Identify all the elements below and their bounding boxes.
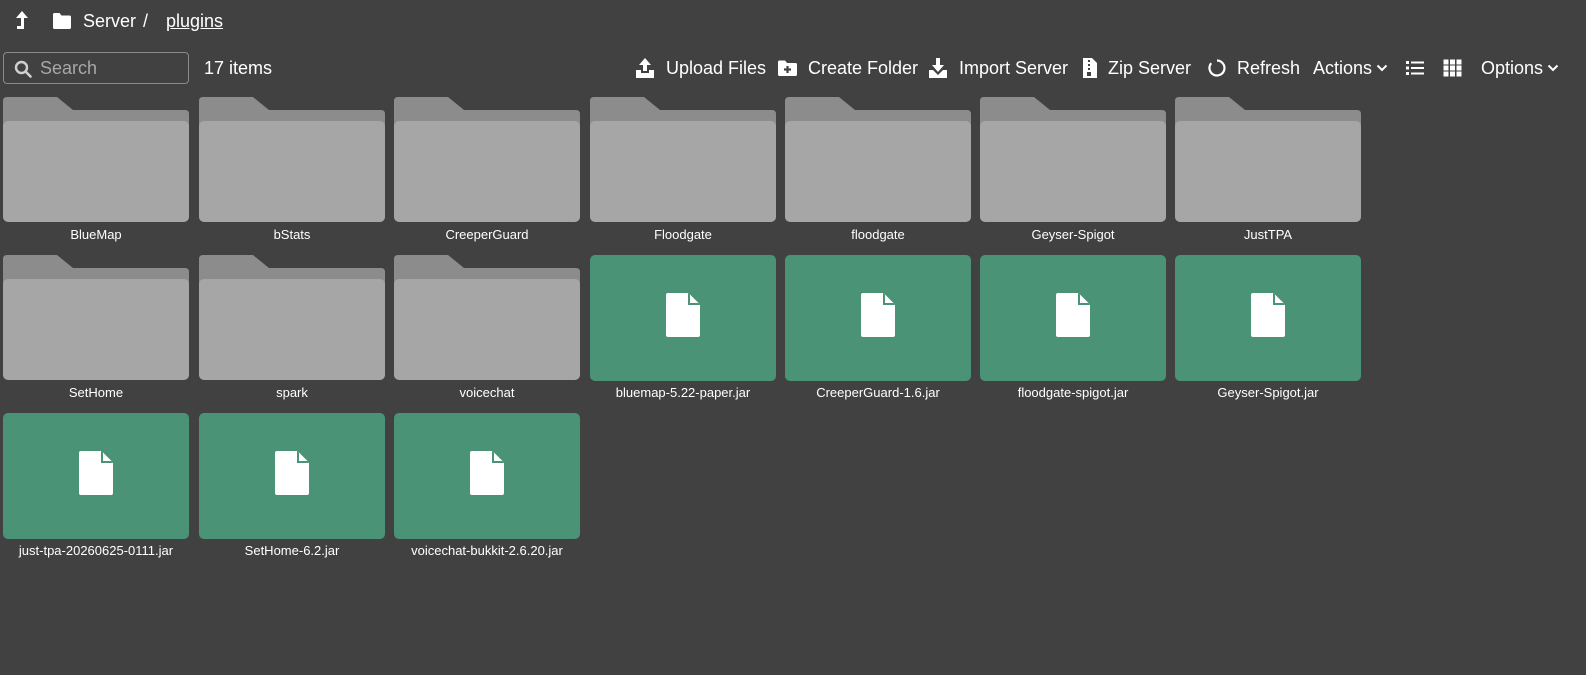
folder-tile[interactable]: spark	[199, 255, 385, 407]
folder-tile[interactable]: JustTPA	[1175, 97, 1361, 249]
file-card	[1175, 255, 1361, 381]
folder-icon	[3, 97, 189, 222]
item-name: floodgate	[851, 227, 905, 242]
folder-tile[interactable]: bStats	[199, 97, 385, 249]
chevron-down-icon	[1376, 64, 1388, 72]
folder-icon	[785, 97, 971, 222]
item-name: SetHome	[68, 385, 124, 400]
upload-files-label: Upload Files	[666, 57, 767, 78]
file-card	[980, 255, 1166, 381]
folder-icon	[394, 255, 580, 380]
item-name: bluemap-5.22-paper.jar	[615, 385, 751, 400]
item-name: floodgate-spigot.jar	[1017, 385, 1129, 400]
refresh-icon	[1208, 59, 1226, 77]
zip-server-label: Zip Server	[1108, 57, 1192, 78]
folder-icon	[199, 255, 385, 380]
grid-view-icon	[1443, 59, 1462, 77]
up-directory-button[interactable]	[12, 10, 32, 32]
file-tile[interactable]: Geyser-Spigot.jar	[1175, 255, 1361, 407]
file-tile[interactable]: just-tpa-20260625-0111.jar	[3, 413, 189, 565]
item-name: CreeperGuard-1.6.jar	[816, 385, 940, 400]
file-card	[199, 413, 385, 539]
folder-icon	[53, 13, 71, 29]
refresh-button[interactable]: Refresh	[1207, 56, 1300, 80]
folder-icon	[394, 97, 580, 222]
search-icon	[14, 60, 32, 78]
item-name: Floodgate	[654, 227, 712, 242]
breadcrumb-separator: /	[143, 11, 149, 31]
folder-tile[interactable]: CreeperGuard	[394, 97, 580, 249]
grid-view-button[interactable]	[1443, 56, 1462, 80]
file-card	[3, 413, 189, 539]
import-server-button[interactable]: Import Server	[927, 56, 1068, 80]
folder-tile[interactable]: Floodgate	[590, 97, 776, 249]
file-tile[interactable]: CreeperGuard-1.6.jar	[785, 255, 971, 407]
file-tile[interactable]: bluemap-5.22-paper.jar	[590, 255, 776, 407]
item-name: Geyser-Spigot	[1031, 227, 1115, 242]
item-name: BlueMap	[70, 227, 122, 242]
folder-icon	[980, 97, 1166, 222]
item-name: Geyser-Spigot.jar	[1217, 385, 1319, 400]
options-dropdown[interactable]: Options	[1481, 56, 1559, 80]
file-tile[interactable]: SetHome-6.2.jar	[199, 413, 385, 565]
item-count: 17 items	[204, 58, 273, 78]
folder-icon	[3, 255, 189, 380]
file-icon	[275, 451, 309, 495]
level-up-icon	[16, 11, 28, 29]
folder-tile[interactable]: BlueMap	[3, 97, 189, 249]
file-icon	[470, 451, 504, 495]
file-card	[394, 413, 580, 539]
item-name: just-tpa-20260625-0111.jar	[18, 543, 174, 558]
breadcrumb-root-link[interactable]: Server	[83, 10, 136, 32]
file-icon	[666, 293, 700, 337]
download-icon	[929, 58, 947, 78]
folder-tile[interactable]: voicechat	[394, 255, 580, 407]
zip-file-icon	[1083, 58, 1097, 78]
create-folder-label: Create Folder	[808, 57, 919, 78]
upload-files-button[interactable]: Upload Files	[634, 56, 766, 80]
item-name: SetHome-6.2.jar	[244, 543, 340, 558]
folder-icon	[590, 97, 776, 222]
upload-icon	[636, 58, 654, 78]
chevron-down-icon	[1547, 64, 1559, 72]
file-card	[785, 255, 971, 381]
file-tile[interactable]: voicechat-bukkit-2.6.20.jar	[394, 413, 580, 565]
folder-plus-icon	[778, 60, 797, 76]
search-box[interactable]	[3, 52, 189, 84]
folder-icon	[1175, 97, 1361, 222]
breadcrumb: Server / plugins	[0, 0, 1586, 42]
item-name: voicechat-bukkit-2.6.20.jar	[411, 543, 563, 558]
list-view-icon	[1406, 61, 1424, 75]
folder-icon	[199, 97, 385, 222]
file-tile[interactable]: floodgate-spigot.jar	[980, 255, 1166, 407]
search-input[interactable]	[40, 53, 185, 83]
import-server-label: Import Server	[959, 57, 1069, 78]
file-card	[590, 255, 776, 381]
folder-tile[interactable]: SetHome	[3, 255, 189, 407]
item-name: spark	[276, 385, 308, 400]
options-label: Options	[1481, 57, 1544, 78]
zip-server-button[interactable]: Zip Server	[1082, 56, 1191, 80]
breadcrumb-current-link[interactable]: plugins	[166, 10, 223, 32]
folder-tile[interactable]: floodgate	[785, 97, 971, 249]
file-icon	[861, 293, 895, 337]
refresh-label: Refresh	[1237, 57, 1301, 78]
item-name: voicechat	[459, 385, 515, 400]
actions-dropdown[interactable]: Actions	[1313, 56, 1388, 80]
folder-tile[interactable]: Geyser-Spigot	[980, 97, 1166, 249]
item-name: bStats	[273, 227, 311, 242]
file-icon	[1056, 293, 1090, 337]
actions-label: Actions	[1313, 57, 1373, 78]
file-icon	[79, 451, 113, 495]
list-view-button[interactable]	[1405, 56, 1425, 80]
file-icon	[1251, 293, 1285, 337]
item-name: JustTPA	[1243, 227, 1293, 242]
create-folder-button[interactable]: Create Folder	[777, 56, 918, 80]
item-name: CreeperGuard	[445, 227, 529, 242]
